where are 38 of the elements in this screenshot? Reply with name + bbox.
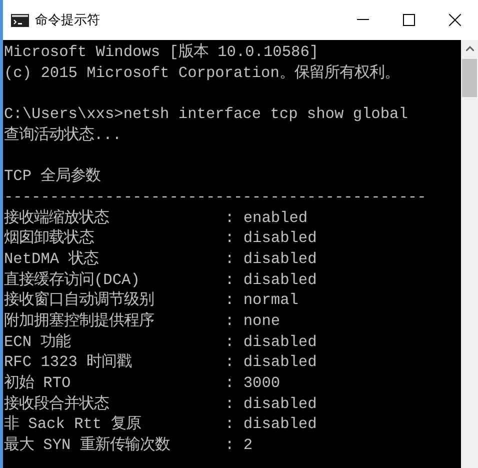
parameter-value: : disabled [225,394,317,414]
console-line: C:\Users\xxs>netsh interface tcp show global [4,104,409,125]
close-icon [449,14,461,26]
parameter-value: : 3000 [225,373,280,394]
console-line: ---------------------------------------------- [4,186,428,208]
maximize-icon [403,14,415,26]
console-line: Microsoft Windows [版本 10.0.10586] [4,42,320,63]
parameter-value: : none [225,310,280,332]
parameter-value: : disabled [225,332,317,352]
console-line: (c) 2015 Microsoft Corporation。保留所有权利。 [4,62,400,84]
parameter-value: : disabled [225,352,317,373]
parameter-value: : disabled [225,270,317,290]
parameter-name: 附加拥塞控制提供程序 [4,310,155,332]
parameter-name: 最大 SYN 重新传输次数 [4,435,171,456]
terminal-icon [11,14,29,26]
scroll-up-icon[interactable] [466,46,474,51]
console-line: TCP 全局参数 [4,166,102,187]
parameter-name: 直接缓存访问(DCA) [4,270,141,290]
parameter-value: : normal [225,290,298,311]
parameter-name: ECN 功能 [4,332,72,352]
parameter-value: : disabled [225,228,317,249]
parameter-name: 接收段合并状态 [4,394,110,414]
console-line: 查询活动状态... [4,124,123,146]
parameter-name: 接收窗口自动调节级别 [4,290,155,311]
parameter-value: : 2 [225,435,253,456]
scrollbar-thumb[interactable] [462,59,477,97]
parameter-name: 接收端缩放状态 [4,208,110,228]
parameter-name: 烟囱卸载状态 [4,228,95,249]
parameter-name: 初始 RTO [4,373,72,394]
parameter-value: : enabled [225,208,308,228]
minimize-icon [357,19,369,21]
parameter-value: : disabled [225,414,317,436]
parameter-value: : disabled [225,248,317,270]
parameter-name: NetDMA 状态 [4,248,100,270]
parameter-name: 非 Sack Rtt 复原 [4,414,142,436]
scrollbar[interactable] [461,40,478,468]
parameter-name: RFC 1323 时间戳 [4,352,133,373]
window-title: 命令提示符 [35,11,100,30]
